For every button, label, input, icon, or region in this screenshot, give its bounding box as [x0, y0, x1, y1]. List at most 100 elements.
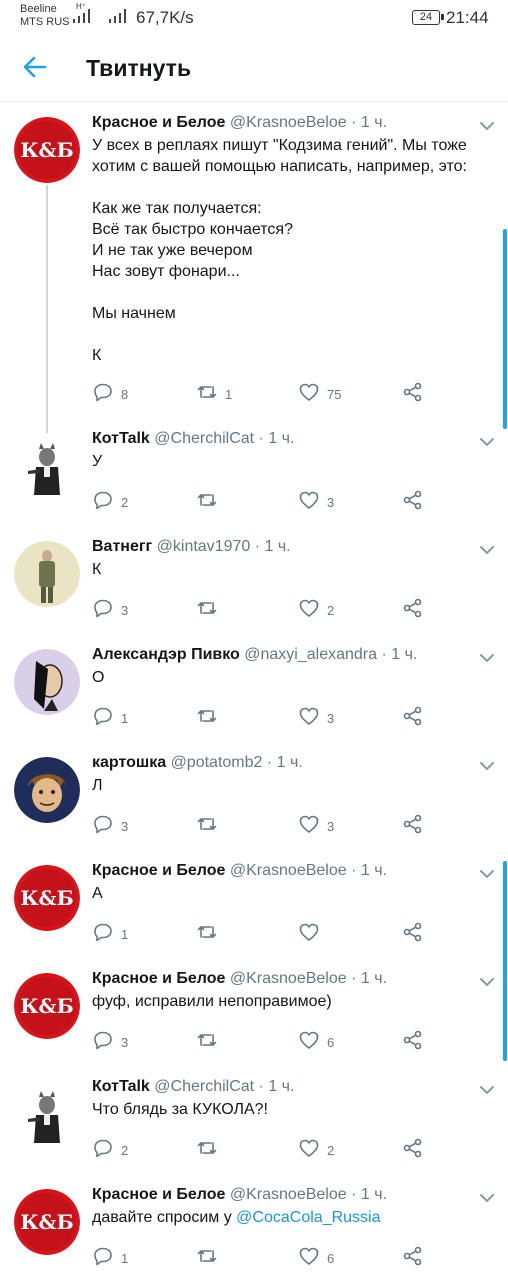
- kb-logo-text: К&Б: [20, 138, 73, 162]
- avatar[interactable]: [14, 433, 80, 499]
- text-line: Л: [92, 777, 103, 794]
- avatar[interactable]: К&Б: [14, 117, 80, 183]
- like-button[interactable]: 2: [298, 599, 334, 621]
- tweet-header: Красное и Белое @KrasnoeBeloe · 1 ч.: [92, 1186, 387, 1204]
- tweet[interactable]: картошка @potatomb2 · 1 ч. Л 3 3: [0, 747, 508, 855]
- mention-link[interactable]: @CocaCola_Russia: [236, 1209, 380, 1226]
- like-button[interactable]: [298, 923, 327, 945]
- reply-button[interactable]: 1: [92, 707, 128, 729]
- avatar[interactable]: К&Б: [14, 865, 80, 931]
- text-line: У всех в реплаях пишут "Кодзима гений". …: [92, 137, 467, 175]
- share-button[interactable]: [402, 598, 424, 621]
- avatar[interactable]: [14, 757, 80, 823]
- retweet-icon: [196, 705, 218, 732]
- tweet[interactable]: К&Б Красное и Белое @KrasnoeBeloe · 1 ч.…: [0, 855, 508, 963]
- retweet-button[interactable]: [196, 1031, 225, 1053]
- reply-button[interactable]: 3: [92, 815, 128, 837]
- share-button[interactable]: [402, 814, 424, 837]
- share-button[interactable]: [402, 382, 424, 405]
- chevron-down-icon[interactable]: [478, 1189, 496, 1207]
- tweet[interactable]: К&Б Красное и Белое @KrasnoeBeloe · 1 ч.…: [0, 963, 508, 1071]
- chevron-down-icon[interactable]: [478, 433, 496, 451]
- chevron-down-icon[interactable]: [478, 973, 496, 991]
- retweet-icon: [196, 813, 218, 840]
- reply-button[interactable]: 8: [92, 383, 128, 405]
- share-button[interactable]: [402, 1030, 424, 1053]
- retweet-button[interactable]: [196, 491, 225, 513]
- retweet-button[interactable]: 1: [196, 383, 232, 405]
- arrow-left-icon[interactable]: [22, 54, 48, 80]
- share-icon: [402, 705, 424, 732]
- like-button[interactable]: 75: [298, 383, 341, 405]
- tweet[interactable]: Александэр Пивко @naxyi_alexandra · 1 ч.…: [0, 639, 508, 747]
- chevron-down-icon[interactable]: [478, 1081, 496, 1099]
- status-bar: Beeline MTS RUS H⁺ 67,7K/s 24 21:44: [0, 0, 508, 34]
- kb-logo-text: К&Б: [20, 994, 73, 1018]
- retweet-button[interactable]: [196, 599, 225, 621]
- reply-icon: [92, 489, 114, 516]
- reply-icon: [92, 705, 114, 732]
- like-button[interactable]: 2: [298, 1139, 334, 1161]
- author-name[interactable]: Ватнегг: [92, 538, 152, 555]
- chevron-down-icon[interactable]: [478, 865, 496, 883]
- retweet-button[interactable]: [196, 815, 225, 837]
- reply-button[interactable]: 1: [92, 1247, 128, 1269]
- author-name[interactable]: Александэр Пивко: [92, 646, 240, 663]
- author-name[interactable]: картошка: [92, 754, 166, 771]
- like-button[interactable]: 3: [298, 707, 334, 729]
- chevron-down-icon[interactable]: [478, 541, 496, 559]
- author-name[interactable]: КотTalk: [92, 1078, 150, 1095]
- heart-icon: [298, 597, 320, 624]
- chevron-down-icon[interactable]: [478, 757, 496, 775]
- avatar[interactable]: [14, 1081, 80, 1147]
- retweet-button[interactable]: [196, 1139, 225, 1161]
- avatar[interactable]: К&Б: [14, 1189, 80, 1255]
- tweet-header: КотTalk @CherchilCat · 1 ч.: [92, 1078, 294, 1096]
- reply-button[interactable]: 3: [92, 1031, 128, 1053]
- tweet[interactable]: Ватнегг @kintav1970 · 1 ч. К 3 2: [0, 531, 508, 639]
- like-button[interactable]: 3: [298, 491, 334, 513]
- reply-button[interactable]: 2: [92, 1139, 128, 1161]
- reply-button[interactable]: 2: [92, 491, 128, 513]
- reply-button[interactable]: 3: [92, 599, 128, 621]
- tweet[interactable]: КотTalk @CherchilCat · 1 ч. Что блядь за…: [0, 1071, 508, 1179]
- text-line: [92, 177, 492, 198]
- chevron-down-icon[interactable]: [478, 117, 496, 135]
- author-name[interactable]: КотTalk: [92, 430, 150, 447]
- share-button[interactable]: [402, 705, 424, 732]
- tweet-actions: 1: [92, 922, 492, 945]
- tweet[interactable]: КотTalk @CherchilCat · 1 ч. У 2 3: [0, 423, 508, 531]
- author-handle-time: @CherchilCat · 1 ч.: [154, 430, 295, 447]
- text-line: [92, 324, 492, 345]
- share-button[interactable]: [402, 1246, 424, 1269]
- author-name[interactable]: Красное и Белое: [92, 1186, 225, 1203]
- reply-count: 2: [121, 1142, 129, 1158]
- tweet[interactable]: К&Б Красное и Белое @KrasnoeBeloe · 1 ч.…: [0, 103, 508, 423]
- author-name[interactable]: Красное и Белое: [92, 114, 225, 131]
- avatar[interactable]: [14, 541, 80, 607]
- like-button[interactable]: 3: [298, 815, 334, 837]
- retweet-button[interactable]: [196, 923, 225, 945]
- avatar[interactable]: К&Б: [14, 973, 80, 1039]
- chevron-down-icon[interactable]: [478, 649, 496, 667]
- author-name[interactable]: Красное и Белое: [92, 970, 225, 987]
- kb-logo-text: К&Б: [20, 886, 73, 910]
- reply-button[interactable]: 1: [92, 923, 128, 945]
- avatar[interactable]: [14, 649, 80, 715]
- tweet[interactable]: К&Б Красное и Белое @KrasnoeBeloe · 1 ч.…: [0, 1179, 508, 1280]
- share-button[interactable]: [402, 490, 424, 513]
- share-button[interactable]: [402, 922, 424, 945]
- tweet-header: картошка @potatomb2 · 1 ч.: [92, 754, 303, 772]
- tweet-text: А: [92, 883, 492, 904]
- author-handle-time: @CherchilCat · 1 ч.: [154, 1078, 295, 1095]
- heart-icon: [298, 1137, 320, 1164]
- author-name[interactable]: Красное и Белое: [92, 862, 225, 879]
- reply-count: 3: [121, 1034, 129, 1050]
- like-button[interactable]: 6: [298, 1031, 334, 1053]
- retweet-button[interactable]: [196, 1247, 225, 1269]
- retweet-button[interactable]: [196, 707, 225, 729]
- text-line: [92, 282, 492, 303]
- share-button[interactable]: [402, 1138, 424, 1161]
- like-button[interactable]: 6: [298, 1247, 334, 1269]
- tweet-actions: 2 2: [92, 1138, 492, 1161]
